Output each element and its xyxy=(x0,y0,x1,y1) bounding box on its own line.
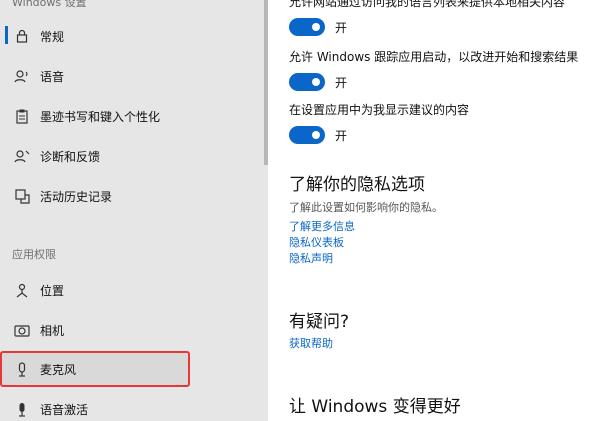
camera-icon xyxy=(13,321,31,339)
toggle-state-label: 开 xyxy=(335,20,348,35)
sidebar-item-location[interactable]: 位置 xyxy=(0,275,264,305)
privacy-options-heading: 了解你的隐私选项 xyxy=(289,175,425,195)
history-icon xyxy=(13,187,31,205)
toggle-switch[interactable] xyxy=(289,126,325,144)
sidebar-item-inking[interactable]: 墨迹书写和键入个性化 xyxy=(0,101,264,131)
sidebar-item-label: 麦克风 xyxy=(40,362,77,377)
sidebar-item-microphone[interactable]: 麦克风 xyxy=(0,354,264,384)
learn-more-link[interactable]: 了解更多信息 xyxy=(289,218,355,234)
improve-windows-heading: 让 Windows 变得更好 xyxy=(289,397,461,417)
sidebar-item-activity-history[interactable]: 活动历史记录 xyxy=(0,181,264,211)
setting-track-app-launch: 允许 Windows 跟踪应用启动，以改进开始和搜索结果 开 xyxy=(289,48,578,91)
toggle-row: 开 xyxy=(289,18,565,36)
settings-sidebar: Windows 设置 常规 语音 墨迹书写和键入个性化 诊断和反馈 活动历史记录… xyxy=(0,0,268,421)
sidebar-item-camera[interactable]: 相机 xyxy=(0,315,264,345)
microphone-icon xyxy=(13,360,31,378)
section-header-app-permissions: 应用权限 xyxy=(12,248,56,261)
privacy-dashboard-link[interactable]: 隐私仪表板 xyxy=(289,234,344,250)
sidebar-item-label: 常规 xyxy=(40,29,65,44)
sidebar-item-label: 墨迹书写和键入个性化 xyxy=(40,109,161,124)
setting-description: 在设置应用中为我显示建议的内容 xyxy=(289,103,470,117)
settings-content: 允许网站通过访问我的语言列表来提供本地相关内容 开 允许 Windows 跟踪应… xyxy=(268,0,600,421)
privacy-options-description: 了解此设置如何影响你的隐私。 xyxy=(289,201,443,214)
get-help-link[interactable]: 获取帮助 xyxy=(289,335,333,351)
lock-icon xyxy=(13,27,31,45)
toggle-state-label: 开 xyxy=(335,128,348,143)
toggle-state-label: 开 xyxy=(335,75,348,90)
sidebar-item-label: 位置 xyxy=(40,283,65,298)
privacy-statement-link[interactable]: 隐私声明 xyxy=(289,250,333,266)
sidebar-item-label: 活动历史记录 xyxy=(40,189,113,204)
clipboard-icon xyxy=(13,107,31,125)
sidebar-item-general[interactable]: 常规 xyxy=(0,21,264,51)
speech-icon xyxy=(13,67,31,85)
sidebar-item-label: 诊断和反馈 xyxy=(40,149,101,164)
sidebar-item-label: 语音 xyxy=(40,69,65,84)
voice-activation-icon xyxy=(13,400,31,418)
setting-description: 允许 Windows 跟踪应用启动，以改进开始和搜索结果 xyxy=(289,50,579,64)
setting-local-content: 允许网站通过访问我的语言列表来提供本地相关内容 开 xyxy=(289,0,565,36)
toggle-switch[interactable] xyxy=(289,18,325,36)
sidebar-item-speech[interactable]: 语音 xyxy=(0,61,264,91)
setting-description: 允许网站通过访问我的语言列表来提供本地相关内容 xyxy=(289,0,566,9)
sidebar-item-label: 相机 xyxy=(40,323,65,338)
questions-heading: 有疑问? xyxy=(289,312,350,332)
toggle-switch[interactable] xyxy=(289,73,325,91)
sidebar-item-diagnostics[interactable]: 诊断和反馈 xyxy=(0,141,264,171)
feedback-icon xyxy=(13,147,31,165)
toggle-row: 开 xyxy=(289,73,578,91)
setting-suggested-content: 在设置应用中为我显示建议的内容 开 xyxy=(289,101,469,144)
sidebar-item-voice-activation[interactable]: 语音激活 xyxy=(0,394,264,421)
sidebar-item-label: 语音激活 xyxy=(40,402,89,417)
toggle-row: 开 xyxy=(289,126,469,144)
sidebar-title: Windows 设置 xyxy=(12,0,87,9)
location-icon xyxy=(13,281,31,299)
